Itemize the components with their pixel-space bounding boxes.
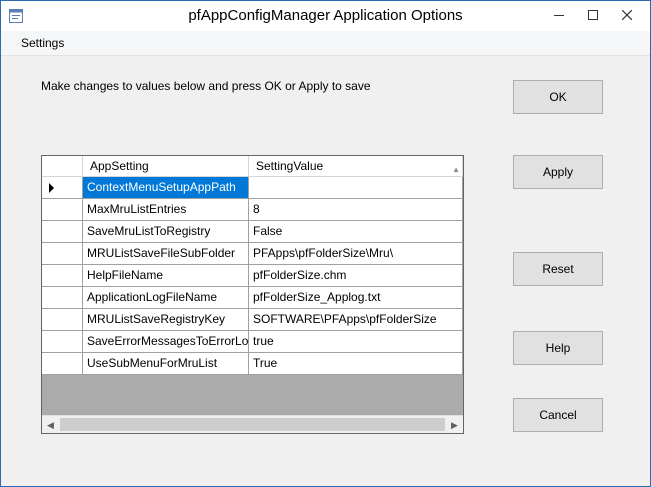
setting-value-cell[interactable]: 8 [249, 199, 463, 221]
table-row[interactable]: ContextMenuSetupAppPath [42, 177, 463, 199]
horizontal-scrollbar[interactable]: ◀ ▶ [42, 415, 463, 433]
scroll-left-arrow-icon[interactable]: ◀ [42, 416, 59, 433]
current-row-marker-icon [49, 183, 54, 193]
setting-name-cell[interactable]: MRUListSaveFileSubFolder [83, 243, 249, 265]
table-row[interactable]: HelpFileName pfFolderSize.chm [42, 265, 463, 287]
setting-name-cell[interactable]: SaveMruListToRegistry [83, 221, 249, 243]
row-header[interactable] [42, 243, 83, 265]
row-header[interactable] [42, 309, 83, 331]
row-header[interactable] [42, 221, 83, 243]
setting-value-cell[interactable]: pfFolderSize_Applog.txt [249, 287, 463, 309]
row-header[interactable] [42, 199, 83, 221]
reset-button[interactable]: Reset [513, 252, 603, 286]
row-header[interactable] [42, 331, 83, 353]
column-header-label: SettingValue [256, 159, 324, 173]
setting-name-cell[interactable]: SaveErrorMessagesToErrorLog [83, 331, 249, 353]
table-row[interactable]: MRUListSaveRegistryKey SOFTWARE\PFApps\p… [42, 309, 463, 331]
setting-value-cell[interactable]: pfFolderSize.chm [249, 265, 463, 287]
scroll-right-arrow-icon[interactable]: ▶ [446, 416, 463, 433]
grid-header: AppSetting SettingValue ▲ [42, 156, 463, 177]
table-row[interactable]: UseSubMenuForMruList True [42, 353, 463, 375]
header-corner [42, 156, 83, 177]
table-row[interactable]: SaveMruListToRegistry False [42, 221, 463, 243]
settings-grid[interactable]: AppSetting SettingValue ▲ ContextMenuSet… [41, 155, 464, 434]
menu-bar: Settings [1, 31, 650, 56]
setting-name-cell[interactable]: MaxMruListEntries [83, 199, 249, 221]
setting-name-cell[interactable]: HelpFileName [83, 265, 249, 287]
maximize-icon [588, 10, 598, 20]
setting-value-cell[interactable]: true [249, 331, 463, 353]
instruction-text: Make changes to values below and press O… [41, 79, 371, 93]
setting-name-cell[interactable]: ApplicationLogFileName [83, 287, 249, 309]
apply-button[interactable]: Apply [513, 155, 603, 189]
minimize-icon [554, 15, 564, 16]
title-bar[interactable]: pfAppConfigManager Application Options [1, 1, 650, 31]
setting-value-cell[interactable]: False [249, 221, 463, 243]
table-row[interactable]: MaxMruListEntries 8 [42, 199, 463, 221]
help-button[interactable]: Help [513, 331, 603, 365]
setting-value-cell[interactable]: SOFTWARE\PFApps\pfFolderSize [249, 309, 463, 331]
table-row[interactable]: MRUListSaveFileSubFolder PFApps\pfFolder… [42, 243, 463, 265]
column-header-appsetting[interactable]: AppSetting [83, 156, 249, 177]
setting-value-cell[interactable]: PFApps\pfFolderSize\Mru\ [249, 243, 463, 265]
cancel-button[interactable]: Cancel [513, 398, 603, 432]
setting-value-cell[interactable]: True [249, 353, 463, 375]
table-row[interactable]: SaveErrorMessagesToErrorLog true [42, 331, 463, 353]
column-header-settingvalue[interactable]: SettingValue ▲ [249, 156, 463, 177]
setting-name-cell[interactable]: UseSubMenuForMruList [83, 353, 249, 375]
maximize-button[interactable] [578, 1, 608, 29]
setting-name-cell[interactable]: ContextMenuSetupAppPath [83, 177, 249, 199]
app-window: pfAppConfigManager Application Options S… [0, 0, 651, 487]
row-header[interactable] [42, 177, 83, 199]
table-row[interactable]: ApplicationLogFileName pfFolderSize_Appl… [42, 287, 463, 309]
scrollbar-thumb[interactable] [60, 418, 445, 431]
row-header[interactable] [42, 265, 83, 287]
close-icon [622, 10, 632, 20]
close-button[interactable] [612, 1, 642, 29]
setting-name-cell[interactable]: MRUListSaveRegistryKey [83, 309, 249, 331]
minimize-button[interactable] [544, 1, 574, 29]
row-header[interactable] [42, 353, 83, 375]
setting-value-cell[interactable] [249, 177, 463, 199]
row-header[interactable] [42, 287, 83, 309]
menu-settings[interactable]: Settings [15, 35, 70, 51]
ok-button[interactable]: OK [513, 80, 603, 114]
